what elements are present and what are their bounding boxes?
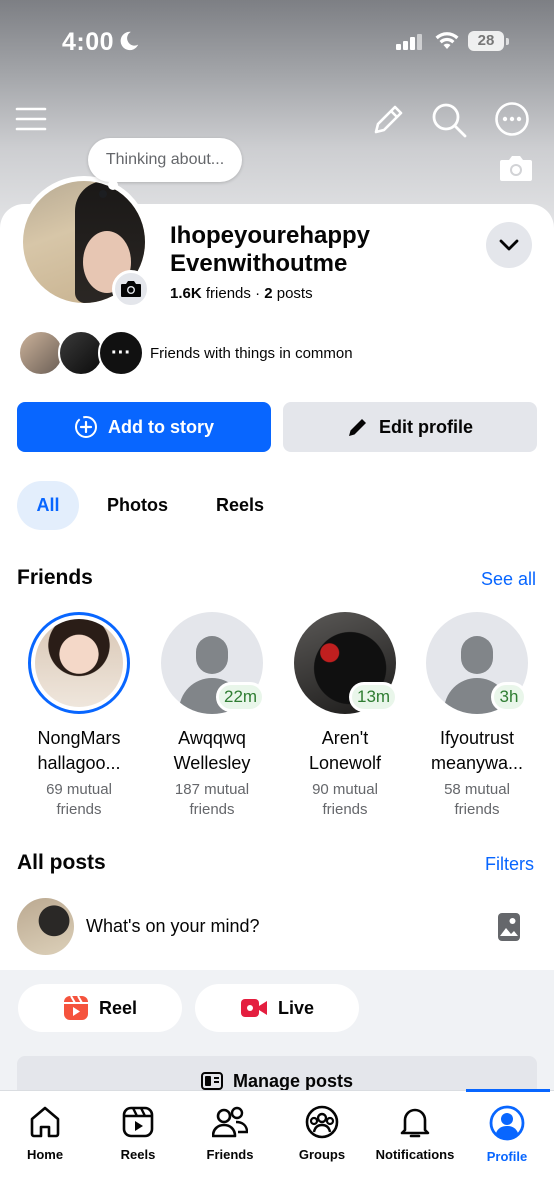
nav-friends[interactable]: Friends — [184, 1105, 276, 1162]
profile-stats: 1.6K friends · 2 posts — [170, 285, 313, 302]
pencil-icon[interactable] — [370, 102, 406, 138]
active-tab-indicator — [466, 1089, 550, 1092]
friend-name[interactable]: Aren't Lonewolf — [279, 726, 411, 776]
posts-label: posts — [276, 285, 313, 302]
profile-switch-button[interactable] — [486, 222, 532, 268]
friend-card[interactable]: 22m Awqqwq Wellesley 187 mutual friends — [146, 612, 278, 820]
manage-posts-label: Manage posts — [232, 1070, 354, 1091]
all-posts-title: All posts — [17, 851, 106, 874]
reel-icon — [63, 995, 88, 1020]
mutual-friends-count: 58 mutual friends — [444, 781, 510, 818]
tab-all[interactable]: All — [17, 481, 79, 530]
note-bubble[interactable]: Thinking about... — [88, 138, 242, 182]
composer-input[interactable]: What's on your mind? — [86, 916, 260, 937]
active-time-badge: 22m — [216, 682, 266, 712]
bell-icon — [400, 1108, 430, 1138]
status-bar: 4:00 28 — [0, 22, 554, 62]
friend-name[interactable]: Awqqwq Wellesley — [146, 726, 278, 776]
bottom-nav: Home Reels Friends Groups Notifications … — [0, 1089, 554, 1200]
battery-indicator: 28 — [468, 31, 504, 51]
note-bubble-tail — [108, 180, 118, 190]
battery-tip — [506, 38, 509, 45]
friend-card[interactable]: NongMars hallagoo... 69 mutual friends — [13, 612, 145, 820]
cover-camera-icon[interactable] — [498, 153, 534, 183]
home-icon — [30, 1106, 60, 1138]
add-circle-icon — [75, 416, 97, 438]
nav-reels[interactable]: Reels — [92, 1105, 184, 1162]
composer-avatar[interactable] — [17, 898, 74, 955]
active-time-badge: 3h — [491, 682, 527, 712]
filters-link[interactable]: Filters — [485, 854, 534, 875]
friends-count[interactable]: 1.6K — [170, 285, 202, 302]
reel-label: Reel — [98, 997, 138, 1018]
common-friends-more[interactable]: ··· — [98, 330, 144, 376]
signal-icon — [396, 34, 422, 50]
nav-home[interactable]: Home — [0, 1105, 91, 1162]
profile-name: Ihopeyourehappy Evenwithoutme — [170, 222, 370, 278]
nav-groups[interactable]: Groups — [276, 1105, 368, 1162]
friends-label[interactable]: friends — [206, 285, 251, 302]
tab-reels[interactable]: Reels — [216, 481, 264, 530]
groups-icon — [305, 1105, 339, 1139]
friend-name[interactable]: NongMars hallagoo... — [13, 726, 145, 776]
more-options-icon[interactable] — [494, 101, 530, 137]
mutual-friends-count: 187 mutual friends — [174, 781, 250, 818]
friends-icon — [212, 1106, 248, 1138]
common-friends-label[interactable]: Friends with things in common — [150, 345, 353, 362]
nav-notifications[interactable]: Notifications — [369, 1105, 461, 1162]
reels-icon — [122, 1106, 154, 1138]
friends-section-title: Friends — [17, 566, 93, 589]
mutual-friends-count: 69 mutual friends — [46, 781, 112, 818]
add-to-story-label: Add to story — [108, 416, 214, 437]
friend-card[interactable]: 13m Aren't Lonewolf 90 mutual friends — [279, 612, 411, 820]
add-to-story-button[interactable]: Add to story — [17, 402, 271, 452]
posts-count: 2 — [264, 285, 273, 302]
moon-icon — [120, 31, 139, 51]
chevron-down-icon — [499, 239, 519, 251]
active-time-badge: 13m — [349, 682, 399, 712]
profile-name-line2: Evenwithoutme — [170, 250, 348, 277]
friend-name[interactable]: Ifyoutrust meanywa... — [411, 726, 543, 776]
manage-posts-icon — [200, 1072, 223, 1090]
status-time: 4:00 — [62, 28, 115, 56]
nav-profile[interactable]: Profile — [461, 1105, 553, 1164]
friend-avatar[interactable] — [28, 612, 130, 714]
live-button[interactable]: Live — [195, 984, 359, 1032]
profile-icon — [489, 1105, 525, 1141]
stats-separator: · — [255, 285, 261, 302]
see-all-friends-link[interactable]: See all — [481, 569, 536, 590]
edit-profile-label: Edit profile — [379, 416, 473, 437]
camera-icon — [121, 281, 141, 297]
search-icon[interactable] — [430, 101, 468, 139]
live-label: Live — [277, 997, 315, 1018]
note-bubble-dot — [99, 190, 107, 198]
photo-icon[interactable] — [497, 912, 521, 942]
pencil-icon — [349, 419, 366, 436]
profile-name-line1: Ihopeyourehappy — [170, 222, 371, 249]
menu-icon[interactable] — [14, 102, 48, 136]
live-video-icon — [240, 999, 267, 1017]
friend-card[interactable]: 3h Ifyoutrust meanywa... 58 mutual friends — [411, 612, 543, 820]
tab-photos[interactable]: Photos — [107, 481, 168, 530]
reel-button[interactable]: Reel — [18, 984, 182, 1032]
mutual-friends-count: 90 mutual friends — [312, 781, 378, 818]
edit-profile-button[interactable]: Edit profile — [283, 402, 537, 452]
wifi-icon — [435, 32, 459, 49]
avatar-camera-button[interactable] — [112, 270, 150, 308]
